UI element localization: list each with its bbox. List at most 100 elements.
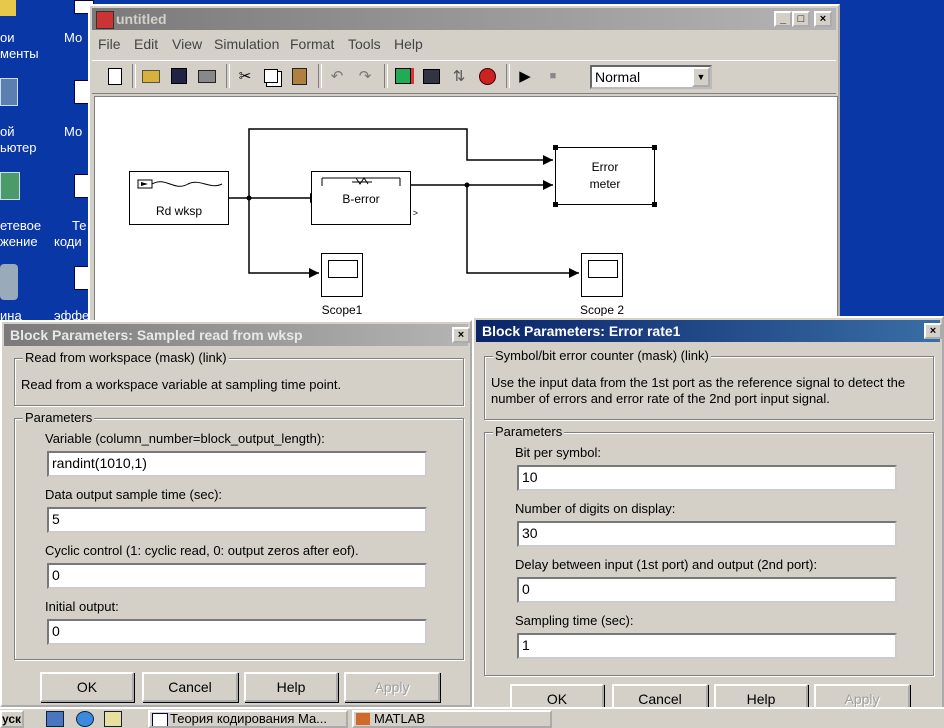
toolbar: ✂ ↶ ↷ ⇅ ▶ ■ Normal ▼ xyxy=(92,60,836,94)
apply-button[interactable]: Apply xyxy=(344,672,440,702)
cyclic-control-value: 0 xyxy=(52,567,60,583)
documents-folder-icon[interactable] xyxy=(0,0,16,16)
sampling-time-label: Sampling time (sec): xyxy=(515,613,634,628)
toolbar-separator xyxy=(506,64,510,88)
initial-output-input[interactable]: 0 xyxy=(47,619,427,645)
new-icon[interactable] xyxy=(104,65,126,87)
save-icon[interactable] xyxy=(168,65,190,87)
cyclic-control-input[interactable]: 0 xyxy=(47,563,427,589)
dialog-title: Block Parameters: Error rate1 xyxy=(482,323,681,339)
binary-error-channel-block[interactable]: B-error > xyxy=(311,171,418,225)
sample-time-input[interactable]: 5 xyxy=(47,507,427,533)
sample-time-label: Data output sample time (sec): xyxy=(45,487,223,502)
block-label: Error xyxy=(591,160,619,174)
mask-description-line: number of errors and error rate of the 2… xyxy=(491,391,830,406)
dialog-title: Block Parameters: Sampled read from wksp xyxy=(10,327,303,343)
model-canvas[interactable]: Rd wksp B-error > Error meter Scope1 Sco… xyxy=(94,96,838,334)
desktop-label: ьютер xyxy=(0,140,37,155)
model-browser-icon[interactable] xyxy=(420,65,442,87)
help-button[interactable]: Help xyxy=(244,672,338,702)
output-port-icon: > xyxy=(412,208,418,218)
menu-view[interactable]: View xyxy=(172,36,202,52)
ok-button[interactable]: OK xyxy=(40,672,134,702)
recycle-bin-icon[interactable] xyxy=(0,264,18,300)
scope-screen-icon xyxy=(588,260,618,278)
desktop-label: Мо xyxy=(64,30,83,45)
menu-simulation[interactable]: Simulation xyxy=(214,36,279,52)
parameters-group: Parameters Variable (column_number=block… xyxy=(14,410,464,660)
quicklaunch-ie-icon[interactable] xyxy=(76,711,94,727)
close-button[interactable]: × xyxy=(814,11,832,27)
mask-description-line: Use the input data from the 1st port as … xyxy=(491,375,906,390)
read-workspace-block[interactable]: Rd wksp xyxy=(129,171,229,225)
open-icon[interactable] xyxy=(140,65,162,87)
selection-handle[interactable] xyxy=(652,145,657,150)
quicklaunch-outlook-icon[interactable] xyxy=(104,711,122,727)
computer-icon[interactable] xyxy=(0,78,18,106)
selection-handle[interactable] xyxy=(553,145,558,150)
cancel-button[interactable]: Cancel xyxy=(142,672,238,702)
chevron-down-icon[interactable]: ▼ xyxy=(692,67,710,87)
model-window-titlebar[interactable]: untitled xyxy=(92,8,836,30)
quicklaunch-desktop-icon[interactable] xyxy=(46,711,64,727)
menu-help[interactable]: Help xyxy=(394,36,423,52)
display-digits-input[interactable]: 30 xyxy=(517,521,897,547)
menu-format[interactable]: Format xyxy=(290,36,334,52)
start-button[interactable]: уск xyxy=(0,710,24,728)
block-label: meter xyxy=(589,177,621,191)
cyclic-control-label: Cyclic control (1: cyclic read, 0: outpu… xyxy=(45,543,359,558)
scope1-label: Scope1 xyxy=(321,303,363,317)
dialog-titlebar[interactable]: Block Parameters: Error rate1 xyxy=(476,320,940,342)
scope2-block[interactable] xyxy=(581,253,623,297)
cut-icon[interactable]: ✂ xyxy=(234,65,256,87)
window-title: untitled xyxy=(116,11,167,27)
block-label: B-error xyxy=(342,192,380,206)
network-icon[interactable] xyxy=(0,172,20,200)
selection-handle[interactable] xyxy=(553,202,558,207)
simulation-mode-select[interactable]: Normal ▼ xyxy=(590,65,712,89)
error-rate-dialog: Block Parameters: Error rate1 × Symbol/b… xyxy=(472,316,944,720)
sampling-time-input[interactable]: 1 xyxy=(517,633,897,659)
taskbar-item-matlab[interactable]: MATLAB xyxy=(352,710,552,728)
dialog-titlebar[interactable]: Block Parameters: Sampled read from wksp xyxy=(4,324,468,346)
toggle-icon[interactable]: ⇅ xyxy=(448,65,470,87)
desktop-label: Те xyxy=(72,218,87,233)
error-meter-block[interactable]: Error meter xyxy=(553,145,657,207)
menu-tools[interactable]: Tools xyxy=(348,36,381,52)
selection-handle[interactable] xyxy=(652,202,657,207)
bits-per-symbol-input[interactable]: 10 xyxy=(517,465,897,491)
menu-file[interactable]: File xyxy=(98,36,121,52)
mask-title: Read from workspace (mask) (link) xyxy=(23,350,229,365)
taskbar-item-word[interactable]: Теория кодирования Ма... xyxy=(148,710,348,728)
desktop-label: жение xyxy=(0,234,38,249)
bits-per-symbol-value: 10 xyxy=(522,469,538,485)
stop-icon[interactable]: ■ xyxy=(542,65,564,87)
copy-icon[interactable] xyxy=(260,65,282,87)
taskbar: уск Теория кодирования Ма... MATLAB xyxy=(0,707,944,728)
display-digits-label: Number of digits on display: xyxy=(515,501,676,516)
redo-icon[interactable]: ↷ xyxy=(354,65,376,87)
maximize-button[interactable]: □ xyxy=(792,11,810,27)
mask-description-group: Symbol/bit error counter (mask) (link) U… xyxy=(484,348,934,420)
menu-edit[interactable]: Edit xyxy=(134,36,158,52)
start-icon[interactable]: ▶ xyxy=(514,65,536,87)
sample-time-value: 5 xyxy=(52,511,60,527)
minimize-button[interactable]: _ xyxy=(774,11,792,27)
scope1-block[interactable] xyxy=(321,253,363,297)
taskbar-item-label: Теория кодирования Ма... xyxy=(170,711,328,726)
delay-value: 0 xyxy=(522,581,530,597)
mask-description: Read from a workspace variable at sampli… xyxy=(21,377,342,392)
library-icon[interactable] xyxy=(392,65,414,87)
parameters-group: Parameters Bit per symbol: 10 Number of … xyxy=(484,424,934,676)
paste-icon[interactable] xyxy=(288,65,310,87)
toolbar-separator xyxy=(318,64,322,88)
close-button[interactable]: × xyxy=(924,323,942,339)
debug-icon[interactable] xyxy=(476,65,498,87)
simulink-model-icon xyxy=(96,11,114,29)
print-icon[interactable] xyxy=(196,65,218,87)
undo-icon[interactable]: ↶ xyxy=(326,65,348,87)
parameters-title: Parameters xyxy=(493,424,565,439)
delay-input[interactable]: 0 xyxy=(517,577,897,603)
close-button[interactable]: × xyxy=(452,327,470,343)
variable-input[interactable]: randint(1010,1) xyxy=(47,451,427,477)
